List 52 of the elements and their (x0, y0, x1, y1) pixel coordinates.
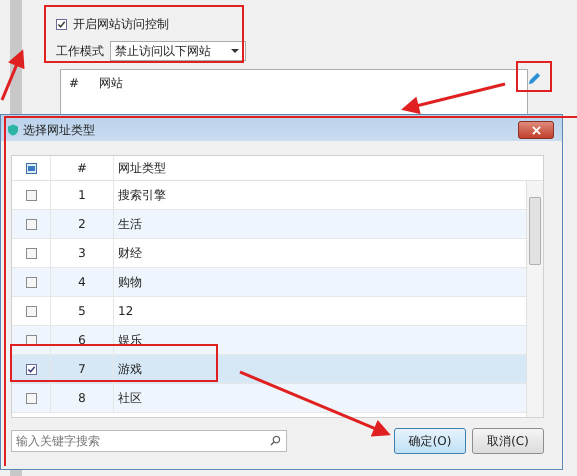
table-cell: 财经 (118, 244, 142, 262)
table-cell: 购物 (118, 274, 142, 290)
row-checkbox[interactable] (26, 218, 36, 230)
table-row[interactable]: 4 购物 (12, 268, 526, 297)
table-cell: 游戏 (118, 360, 142, 378)
table-cell: 12 (118, 304, 134, 318)
table-row[interactable]: 3 财经 (12, 239, 526, 268)
table-cell: 生活 (118, 216, 142, 232)
table-row[interactable]: 5 12 (12, 297, 526, 326)
row-checkbox[interactable] (26, 392, 36, 404)
caret-icon (231, 49, 239, 53)
dialog-title: 选择网址类型 (23, 122, 96, 138)
search-field[interactable]: 输入关键字搜索 (11, 430, 287, 452)
enable-label: 开启网站访问控制 (73, 16, 169, 33)
annotation-box (516, 61, 552, 92)
table-cell: 5 (78, 304, 86, 318)
work-mode-dropdown[interactable]: 禁止访问以下网站 (110, 41, 246, 61)
row-checkbox[interactable] (26, 364, 36, 374)
table-cell: 4 (78, 275, 86, 289)
enable-checkbox[interactable] (56, 19, 67, 30)
close-icon (532, 126, 540, 134)
search-icon (270, 435, 281, 446)
row-checkbox[interactable] (26, 334, 36, 346)
table-cell: 搜索引擎 (118, 186, 166, 204)
column-header: # (68, 76, 80, 90)
shield-icon (7, 124, 19, 136)
scrollbar[interactable] (526, 181, 543, 417)
column-header: 网址类型 (118, 160, 166, 176)
row-checkbox[interactable] (26, 306, 36, 316)
work-mode-label: 工作模式 (56, 42, 104, 60)
pencil-icon (526, 70, 542, 86)
table-row[interactable]: 8 社区 (12, 384, 526, 413)
close-button[interactable] (518, 121, 554, 139)
row-checkbox[interactable] (26, 248, 36, 258)
table-cell: 2 (78, 217, 86, 231)
column-header: # (76, 161, 88, 175)
table-cell: 社区 (118, 390, 142, 406)
table-cell: 8 (78, 391, 86, 405)
dialog-button[interactable]: 取消(C) (472, 428, 544, 454)
row-checkbox[interactable] (26, 190, 36, 200)
column-header: 网站 (99, 74, 123, 92)
row-checkbox[interactable] (26, 276, 36, 288)
table-row[interactable]: 7 游戏 (12, 355, 526, 384)
table-cell: 7 (78, 362, 86, 376)
dialog-button[interactable]: 确定(O) (394, 428, 466, 454)
table-cell: 1 (78, 188, 86, 202)
select-all-checkbox[interactable] (26, 162, 36, 174)
table-cell: 6 (78, 333, 86, 347)
table-row[interactable]: 1 搜索引擎 (12, 181, 526, 210)
table-cell: 3 (78, 246, 86, 260)
table-row[interactable]: 2 生活 (12, 210, 526, 239)
annotation-arrow (0, 49, 25, 101)
